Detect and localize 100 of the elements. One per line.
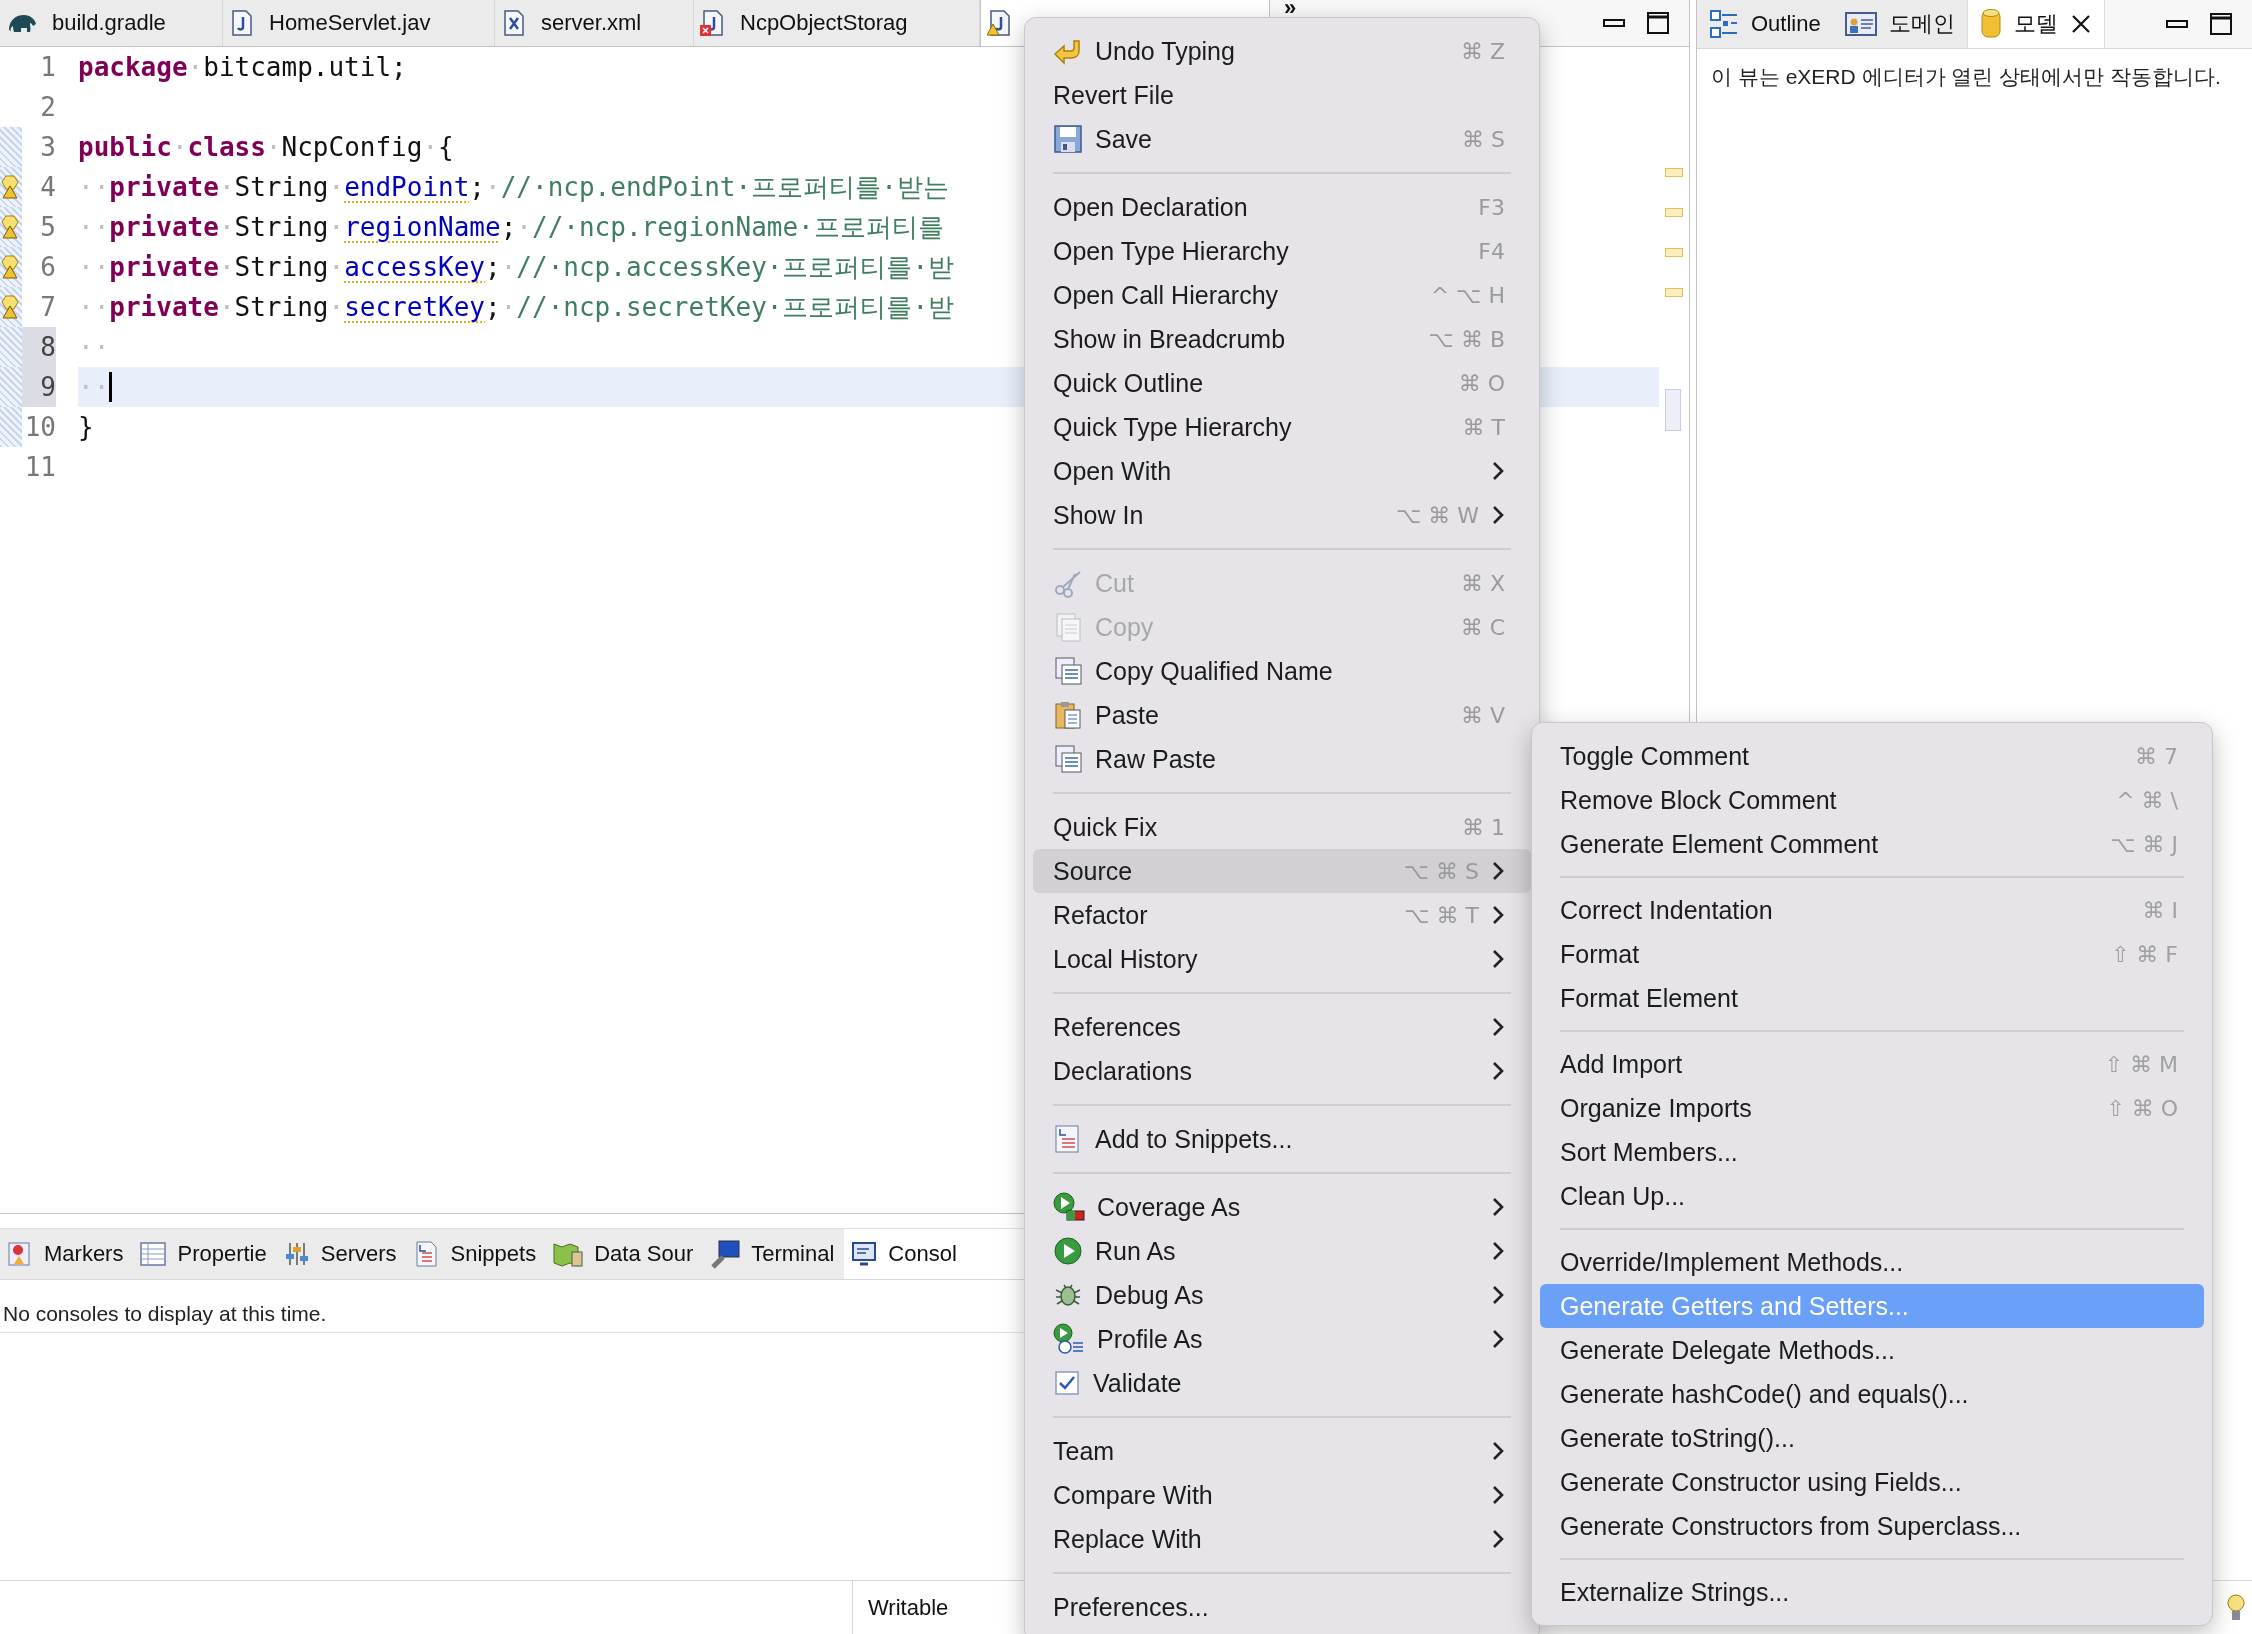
chevron-right-icon	[1491, 1016, 1505, 1038]
scroll-thumb[interactable]	[1665, 389, 1681, 431]
shortcut-text: ⇧ ⌘ O	[2106, 1095, 2178, 1121]
menu-item[interactable]: Open Type Hierarchy F4	[1033, 229, 1531, 273]
cylinder-icon	[1979, 7, 2002, 41]
warning-marker[interactable]	[1665, 248, 1683, 257]
menu-item[interactable]: Quick Fix ⌘ 1	[1033, 805, 1531, 849]
menu-item[interactable]: Generate Element Comment ⌥ ⌘ J	[1540, 822, 2204, 866]
editor-tab[interactable]: HomeServlet.jav	[223, 0, 495, 46]
warning-bulb-icon	[0, 214, 20, 240]
profile-icon	[1053, 1323, 1085, 1355]
chevron-right-icon	[1491, 860, 1505, 882]
menu-item[interactable]: Organize Imports ⇧ ⌘ O	[1540, 1086, 2204, 1130]
chevron-right-icon	[1491, 1440, 1505, 1462]
menu-item[interactable]: Replace With	[1033, 1517, 1531, 1561]
editor-tab[interactable]: NcpObjectStorag	[694, 0, 980, 46]
whitespace-marker: ·	[218, 252, 235, 282]
menu-item[interactable]: References	[1033, 1005, 1531, 1049]
menu-item[interactable]: Save ⌘ S	[1033, 117, 1531, 161]
view-tab[interactable]: Data Sour	[546, 1229, 704, 1279]
menu-item[interactable]: Open Declaration F3	[1033, 185, 1531, 229]
warning-marker[interactable]	[1665, 168, 1683, 177]
menu-item[interactable]: Revert File	[1033, 73, 1531, 117]
code-text: secretKey	[344, 292, 485, 322]
menu-item[interactable]: Coverage As	[1033, 1185, 1531, 1229]
editor-tab[interactable]: server.xml	[495, 0, 694, 46]
menu-item[interactable]: Format Element	[1540, 976, 2204, 1020]
whitespace-marker: ·	[328, 252, 345, 282]
shortcut-text: F4	[1478, 238, 1505, 264]
code-text: bitcamp.util;	[203, 52, 407, 82]
view-tab[interactable]: 도메인	[1832, 0, 1967, 48]
shortcut-text: ⌥ ⌘ W	[1395, 502, 1479, 528]
editor-tab[interactable]: build.gradle	[0, 0, 223, 46]
menu-item[interactable]: Team	[1033, 1429, 1531, 1473]
view-tab[interactable]: Terminal	[703, 1229, 845, 1279]
menu-item[interactable]: Quick Type Hierarchy ⌘ T	[1033, 405, 1531, 449]
documents-icon	[1053, 744, 1083, 774]
chevron-right-icon	[1491, 504, 1505, 526]
menu-item[interactable]: Correct Indentation ⌘ I	[1540, 888, 2204, 932]
line-number: 4	[39, 171, 56, 204]
menu-item[interactable]: Copy Qualified Name	[1033, 649, 1531, 693]
shortcut-text: ⌥ ⌘ B	[1428, 326, 1505, 352]
document-icon	[1053, 612, 1083, 642]
code-text: endPoint	[344, 172, 470, 202]
warning-marker[interactable]	[1665, 208, 1683, 217]
menu-item[interactable]: Source ⌥ ⌘ S	[1033, 849, 1531, 893]
menu-item[interactable]: Show In ⌥ ⌘ W	[1033, 493, 1531, 537]
view-tab[interactable]: Servers	[276, 1229, 407, 1279]
view-tab[interactable]: Snippets	[406, 1229, 547, 1279]
whitespace-marker: ··	[78, 292, 110, 322]
menu-item[interactable]: Undo Typing ⌘ Z	[1033, 29, 1531, 73]
menu-item[interactable]: Externalize Strings...	[1540, 1570, 2204, 1614]
chevron-right-icon	[1491, 1284, 1505, 1306]
menu-item[interactable]: Generate Constructors from Superclass...	[1540, 1504, 2204, 1548]
shortcut-text: ⌥ ⌘ J	[2110, 831, 2178, 857]
scissors-icon	[1053, 568, 1083, 598]
menu-item[interactable]: Refactor ⌥ ⌘ T	[1033, 893, 1531, 937]
view-tab[interactable]: Markers	[0, 1229, 134, 1279]
menu-item[interactable]: Declarations	[1033, 1049, 1531, 1093]
chevron-right-icon	[1491, 1328, 1505, 1350]
view-tab[interactable]: 모델	[1966, 0, 2105, 48]
menu-item[interactable]: Validate	[1033, 1361, 1531, 1405]
shortcut-text: ⌘ 1	[1462, 814, 1505, 840]
code-text: public	[78, 132, 172, 162]
whitespace-marker: ··	[78, 372, 110, 402]
code-text: NcpConfig	[281, 132, 423, 162]
menu-item[interactable]: Run As	[1033, 1229, 1531, 1273]
menu-item[interactable]: Remove Block Comment ^ ⌘ \	[1540, 778, 2204, 822]
code-comment: //·ncp.regionName·프로퍼티를	[532, 210, 944, 244]
table-icon	[139, 1240, 168, 1268]
chevron-right-icon	[1491, 1240, 1505, 1262]
code-text: private	[109, 252, 219, 282]
menu-item[interactable]: Clean Up...	[1540, 1174, 2204, 1218]
view-tab[interactable]: Outline	[1697, 0, 1833, 48]
menu-item[interactable]: Generate hashCode() and equals()...	[1540, 1372, 2204, 1416]
menu-item[interactable]: Compare With	[1033, 1473, 1531, 1517]
menu-item[interactable]: Raw Paste	[1033, 737, 1531, 781]
overflow-chevron[interactable]: »	[1284, 0, 1297, 16]
warning-marker[interactable]	[1665, 288, 1683, 297]
line-number: 6	[39, 251, 56, 284]
menu-item[interactable]: Format ⇧ ⌘ F	[1540, 932, 2204, 976]
menu-item[interactable]: Generate toString()...	[1540, 1416, 2204, 1460]
code-text: String	[234, 212, 329, 242]
menu-item[interactable]: Preferences...	[1033, 1585, 1531, 1629]
menu-item[interactable]: Add to Snippets...	[1033, 1117, 1531, 1161]
menu-item[interactable]: Sort Members...	[1540, 1130, 2204, 1174]
menu-item[interactable]: Open Call Hierarchy ^ ⌥ H	[1033, 273, 1531, 317]
menu-item[interactable]: Show in Breadcrumb ⌥ ⌘ B	[1033, 317, 1531, 361]
menu-item[interactable]: Add Import ⇧ ⌘ M	[1540, 1042, 2204, 1086]
menu-item[interactable]: Quick Outline ⌘ O	[1033, 361, 1531, 405]
shortcut-text: F3	[1478, 194, 1505, 220]
terminal-icon	[709, 1239, 742, 1269]
menu-item[interactable]: Open With	[1033, 449, 1531, 493]
view-tab[interactable]: Propertie	[133, 1229, 277, 1279]
shortcut-text: ⇧ ⌘ M	[2104, 1051, 2178, 1077]
menu-item[interactable]: Local History	[1033, 937, 1531, 981]
menu-item[interactable]: Generate Constructor using Fields...	[1540, 1460, 2204, 1504]
code-text: private	[109, 292, 219, 322]
menu-item[interactable]: Toggle Comment ⌘ 7	[1540, 734, 2204, 778]
menu-item[interactable]: Paste ⌘ V	[1033, 693, 1531, 737]
